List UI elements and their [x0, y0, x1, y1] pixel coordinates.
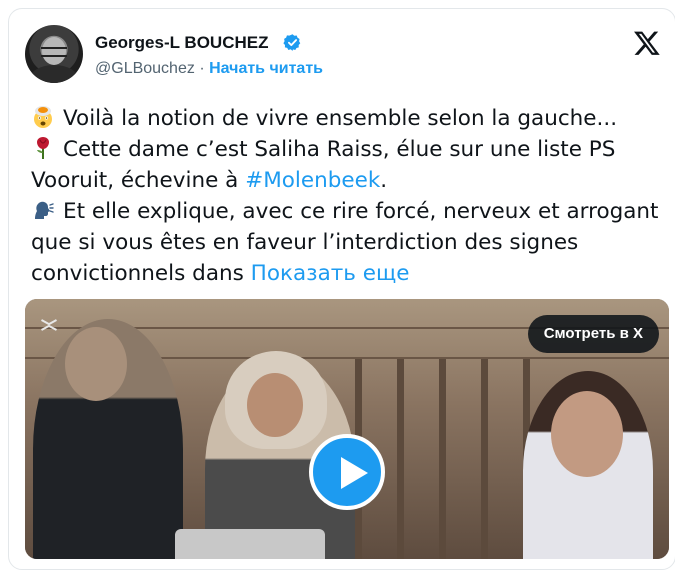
avatar[interactable]	[25, 25, 83, 83]
exploding-head-emoji	[34, 106, 52, 128]
text-line-1: Voilà la notion de vivre ensemble selon …	[31, 103, 671, 134]
text-line-5: que si vous êtes en faveur l’interdictio…	[31, 230, 579, 255]
video-player[interactable]: Смотреть в X	[25, 299, 669, 559]
hashtag-link[interactable]: #Molenbeek	[245, 168, 380, 193]
text-line-2: Cette dame c’est Saliha Raiss, élue sur …	[31, 134, 671, 165]
speaking-head-emoji	[35, 201, 54, 219]
text-line-1-content: Voilà la notion de vivre ensemble selon …	[63, 106, 618, 131]
text-line-4-content: Et elle explique, avec ce rire forcé, ne…	[63, 199, 659, 224]
watch-on-x-button[interactable]: Смотреть в X	[527, 315, 659, 353]
play-button[interactable]	[309, 434, 385, 510]
author-handle[interactable]: @GLBouchez	[95, 60, 195, 77]
author-handle-row: @GLBouchez · Начать читать	[95, 60, 323, 78]
text-line-4: Et elle explique, avec ce rire forcé, ne…	[31, 196, 671, 227]
verified-badge-icon	[283, 34, 301, 51]
text-line-6-pre: convictionnels dans	[31, 261, 251, 286]
rose-emoji	[37, 137, 49, 159]
tweet-card[interactable]: Georges-L BOUCHEZ @GLBouchez · Начать чи…	[8, 8, 675, 570]
text-line-3: Vooruit, échevine à #Molenbeek.	[31, 165, 671, 196]
separator: ·	[199, 60, 205, 77]
text-line-6: convictionnels dans Показать еще	[31, 258, 671, 289]
play-icon	[341, 457, 368, 489]
x-logo-icon[interactable]	[633, 29, 661, 57]
show-more-link[interactable]: Показать еще	[251, 261, 410, 286]
capcut-logo-icon	[41, 319, 57, 331]
text-line-3-post: .	[380, 168, 388, 193]
text-line-2-content: Cette dame c’est Saliha Raiss, élue sur …	[63, 137, 616, 162]
follow-button[interactable]: Начать читать	[209, 60, 323, 77]
text-line-3-pre: Vooruit, échevine à	[31, 168, 246, 193]
tweet-text: Voilà la notion de vivre ensemble selon …	[31, 103, 671, 289]
author-name[interactable]: Georges-L BOUCHEZ	[95, 33, 269, 53]
